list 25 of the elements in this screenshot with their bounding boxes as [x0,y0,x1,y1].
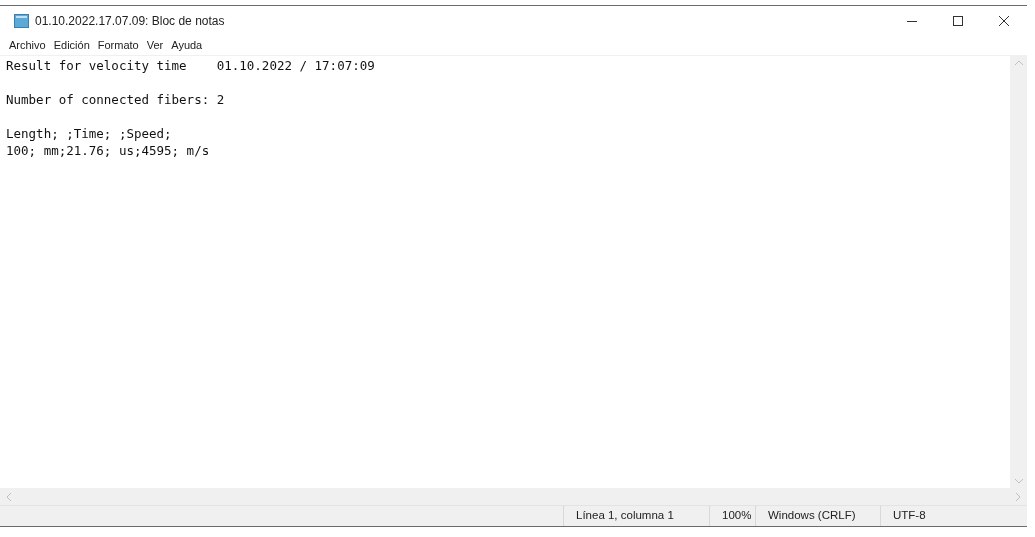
status-text: 100% [722,508,752,524]
text-area[interactable]: Result for velocity time 01.10.2022 / 17:07:09 Number of connected fibers: 2 Length; ;Time; ;Speed; 100; mm;21.76; us;4595; m/s [0,56,1010,488]
scroll-up-icon[interactable] [1014,60,1023,65]
text-line: Result for velocity time 01.10.2022 / 17:07:09 [6,57,376,74]
status-text: Línea 1, columna 1 [576,508,674,524]
notepad-icon [14,14,30,28]
status-text: UTF-8 [893,508,926,524]
menu-item[interactable]: Ver [143,37,167,54]
text-line: 100; mm;21.76; us;4595; m/s [6,142,211,159]
menu-item[interactable]: Formato [94,37,142,54]
window-title: 01.10.2022.17.07.09: Bloc de notas [35,13,225,30]
scroll-left-icon[interactable] [6,492,11,501]
vertical-scrollbar[interactable] [1010,56,1027,488]
maximize-icon [953,16,963,26]
menu-item[interactable]: Archivo [6,37,49,54]
scroll-right-icon[interactable] [1016,492,1021,501]
status-text: Windows (CRLF) [768,508,856,524]
close-icon [999,16,1009,26]
menu-item[interactable]: Ayuda [168,37,206,54]
text-line: Length; ;Time; ;Speed; [6,125,173,142]
text-line: Number of connected fibers: 2 [6,91,226,108]
menu-item[interactable]: Edición [50,37,93,54]
minimize-icon [907,20,917,22]
scroll-down-icon[interactable] [1014,479,1023,484]
horizontal-scrollbar[interactable] [0,488,1027,505]
